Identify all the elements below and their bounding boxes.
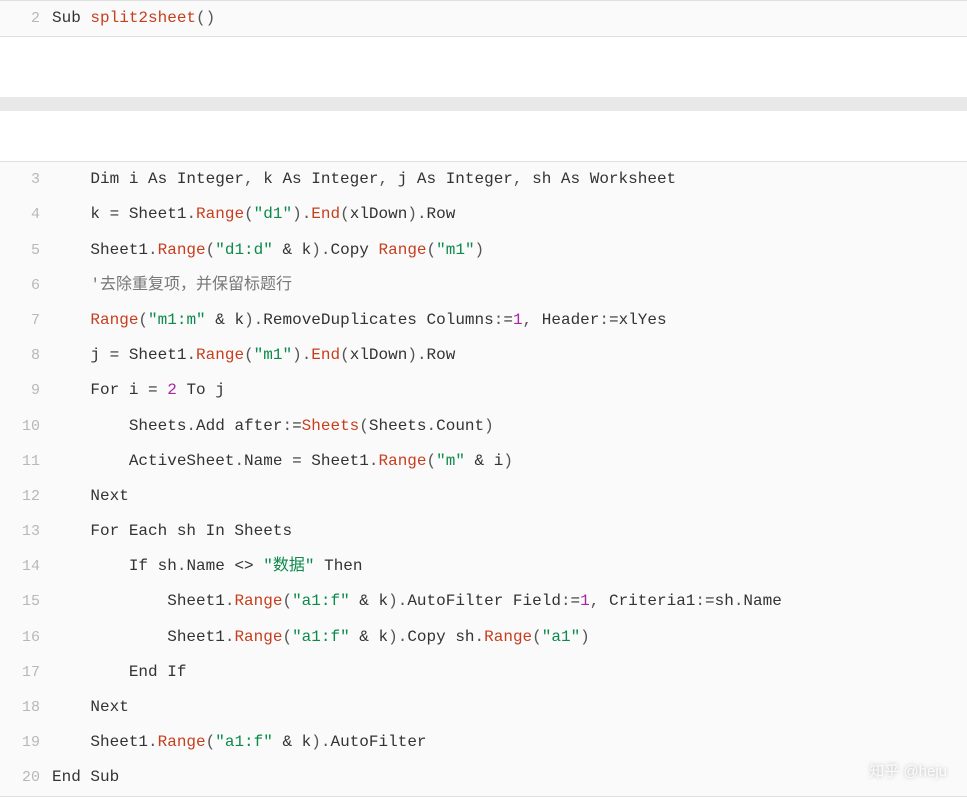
- code-line: 11 ActiveSheet.Name = Sheet1.Range("m" &…: [0, 444, 967, 479]
- line-number: 8: [0, 339, 52, 372]
- block-divider: [0, 97, 967, 111]
- line-number: 5: [0, 234, 52, 267]
- code-line: 7 Range("m1:m" & k).RemoveDuplicates Col…: [0, 303, 967, 338]
- code-line: 17 End If: [0, 655, 967, 690]
- code-line: 14 If sh.Name <> "数据" Then: [0, 549, 967, 584]
- line-content: Next: [52, 690, 129, 725]
- line-number: 2: [0, 2, 52, 35]
- line-content: Next: [52, 479, 129, 514]
- line-content: ActiveSheet.Name = Sheet1.Range("m" & i): [52, 444, 513, 479]
- line-content: Sheet1.Range("d1:d" & k).Copy Range("m1"…: [52, 233, 484, 268]
- line-number: 12: [0, 480, 52, 513]
- code-line: 9 For i = 2 To j: [0, 373, 967, 408]
- line-number: 16: [0, 621, 52, 654]
- line-number: 14: [0, 550, 52, 583]
- code-line: 18 Next: [0, 690, 967, 725]
- line-number: 6: [0, 269, 52, 302]
- line-content: End If: [52, 655, 186, 690]
- line-content: Sheet1.Range("a1:f" & k).Copy sh.Range("…: [52, 620, 590, 655]
- code-line: 19 Sheet1.Range("a1:f" & k).AutoFilter: [0, 725, 967, 760]
- line-content: j = Sheet1.Range("m1").End(xlDown).Row: [52, 338, 455, 373]
- line-number: 17: [0, 656, 52, 689]
- code-block-1: 2Sub split2sheet(): [0, 0, 967, 37]
- code-line: 20End Sub: [0, 760, 967, 795]
- line-number: 19: [0, 726, 52, 759]
- line-content: Sub split2sheet(): [52, 1, 215, 36]
- line-number: 10: [0, 410, 52, 443]
- gap-space: [0, 37, 967, 97]
- line-number: 11: [0, 445, 52, 478]
- line-number: 20: [0, 761, 52, 794]
- line-content: End Sub: [52, 760, 119, 795]
- code-line: 8 j = Sheet1.Range("m1").End(xlDown).Row: [0, 338, 967, 373]
- line-content: k = Sheet1.Range("d1").End(xlDown).Row: [52, 197, 455, 232]
- line-content: For i = 2 To j: [52, 373, 225, 408]
- line-content: If sh.Name <> "数据" Then: [52, 549, 363, 584]
- line-content: '去除重复项，并保留标题行: [52, 268, 292, 303]
- line-content: Dim i As Integer, k As Integer, j As Int…: [52, 162, 676, 197]
- code-line: 16 Sheet1.Range("a1:f" & k).Copy sh.Rang…: [0, 620, 967, 655]
- line-number: 18: [0, 691, 52, 724]
- line-number: 7: [0, 304, 52, 337]
- line-number: 3: [0, 163, 52, 196]
- line-content: For Each sh In Sheets: [52, 514, 292, 549]
- line-content: Sheet1.Range("a1:f" & k).AutoFilter Fiel…: [52, 584, 782, 619]
- code-line: 2Sub split2sheet(): [0, 1, 967, 36]
- line-content: Sheet1.Range("a1:f" & k).AutoFilter: [52, 725, 427, 760]
- code-line: 13 For Each sh In Sheets: [0, 514, 967, 549]
- code-line: 10 Sheets.Add after:=Sheets(Sheets.Count…: [0, 409, 967, 444]
- code-block-2: 3 Dim i As Integer, k As Integer, j As I…: [0, 161, 967, 796]
- line-content: Sheets.Add after:=Sheets(Sheets.Count): [52, 409, 494, 444]
- line-number: 9: [0, 374, 52, 407]
- line-number: 13: [0, 515, 52, 548]
- code-line: 5 Sheet1.Range("d1:d" & k).Copy Range("m…: [0, 233, 967, 268]
- code-line: 12 Next: [0, 479, 967, 514]
- gap-space-2: [0, 111, 967, 161]
- code-line: 3 Dim i As Integer, k As Integer, j As I…: [0, 162, 967, 197]
- line-content: Range("m1:m" & k).RemoveDuplicates Colum…: [52, 303, 667, 338]
- line-number: 15: [0, 585, 52, 618]
- line-number: 4: [0, 198, 52, 231]
- code-line: 4 k = Sheet1.Range("d1").End(xlDown).Row: [0, 197, 967, 232]
- code-line: 6 '去除重复项，并保留标题行: [0, 268, 967, 303]
- code-line: 15 Sheet1.Range("a1:f" & k).AutoFilter F…: [0, 584, 967, 619]
